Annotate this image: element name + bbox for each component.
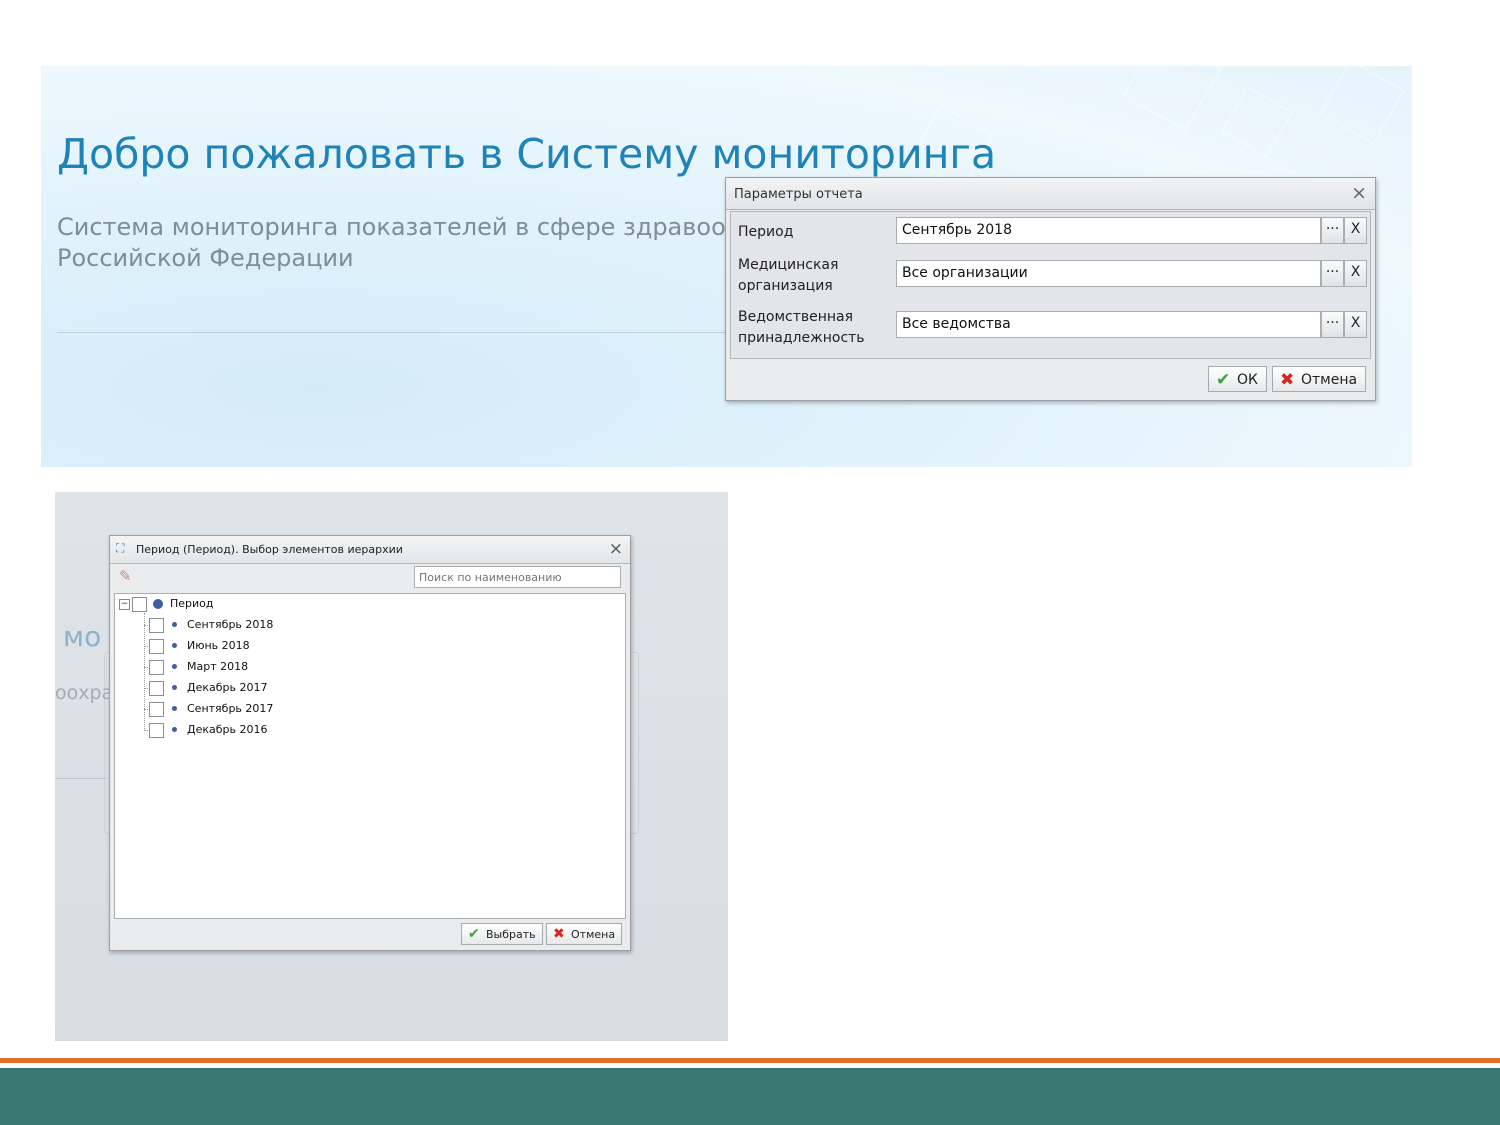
leaf-node-icon — [172, 643, 177, 648]
tree-root-node[interactable]: − Период — [115, 595, 415, 613]
cross-icon: ✖ — [553, 926, 565, 942]
medical-org-clear-button[interactable]: X — [1344, 260, 1367, 287]
item-checkbox[interactable] — [149, 681, 164, 696]
dialog-titlebar[interactable]: Параметры отчета × — [726, 178, 1375, 210]
medical-org-label-line2: организация — [738, 278, 833, 294]
collapse-toggle-icon[interactable]: − — [119, 599, 130, 610]
medical-org-browse-button[interactable]: ··· — [1321, 260, 1344, 287]
cross-icon: ✖ — [1280, 370, 1295, 390]
tree-item-label: Июнь 2018 — [187, 639, 250, 652]
hexagon-watermark — [1221, 86, 1293, 158]
select-button[interactable]: ✔ Выбрать — [461, 923, 543, 945]
item-checkbox[interactable] — [149, 618, 164, 633]
dialog-titlebar[interactable]: ⛶ Период (Период). Выбор элементов иерар… — [110, 536, 630, 564]
period-value: Сентябрь 2018 — [902, 222, 1012, 238]
department-browse-button[interactable]: ··· — [1321, 311, 1344, 338]
close-icon[interactable]: × — [609, 538, 623, 560]
tree-item[interactable]: Декабрь 2017 — [115, 679, 415, 697]
department-field[interactable]: Все ведомства — [896, 311, 1321, 338]
department-clear-button[interactable]: X — [1344, 311, 1367, 338]
select-button-label: Выбрать — [486, 928, 536, 941]
ok-button[interactable]: ✔ ОК — [1208, 366, 1267, 392]
folder-node-icon — [153, 599, 163, 609]
hexagon-watermark — [1319, 66, 1405, 145]
leaf-node-icon — [172, 706, 177, 711]
department-label-line1: Ведомственная — [738, 309, 854, 325]
background-text: мо — [63, 620, 102, 653]
tree-item-label: Сентябрь 2017 — [187, 702, 274, 715]
cancel-button-label: Отмена — [1301, 372, 1358, 388]
cancel-button[interactable]: ✖ Отмена — [546, 923, 623, 945]
period-clear-button[interactable]: X — [1344, 217, 1367, 244]
tree-item[interactable]: Сентябрь 2018 — [115, 616, 415, 634]
period-label-text: Период — [738, 224, 794, 240]
leaf-node-icon — [172, 685, 177, 690]
accent-stripe — [0, 1058, 1500, 1063]
report-params-dialog: Параметры отчета × Период Сентябрь 2018 … — [725, 177, 1376, 401]
ok-button-label: ОК — [1237, 372, 1258, 388]
welcome-title: Добро пожаловать в Систему мониторинга — [57, 130, 997, 178]
tree-item-label: Сентябрь 2018 — [187, 618, 274, 631]
leaf-node-icon — [172, 664, 177, 669]
medical-org-label-line1: Медицинская — [738, 257, 839, 273]
dialog-toolbar: ✎ — [114, 564, 624, 591]
item-checkbox[interactable] — [149, 660, 164, 675]
tree-item[interactable]: Декабрь 2016 — [115, 721, 415, 739]
tree-item[interactable]: Сентябрь 2017 — [115, 700, 415, 718]
cancel-button[interactable]: ✖ Отмена — [1272, 366, 1367, 392]
checkmark-icon: ✔ — [468, 926, 480, 942]
background-text: оохра — [55, 682, 114, 704]
footer-bar — [0, 1068, 1500, 1125]
search-input[interactable] — [414, 566, 621, 588]
period-label: Период — [738, 222, 793, 243]
eraser-icon[interactable]: ✎ — [119, 567, 132, 585]
root-checkbox[interactable] — [132, 597, 147, 612]
params-form: Период Сентябрь 2018 ··· X Медицинская о… — [730, 211, 1371, 359]
checkmark-icon: ✔ — [1216, 370, 1231, 390]
hierarchy-select-dialog: ⛶ Период (Период). Выбор элементов иерар… — [109, 535, 631, 951]
leaf-node-icon — [172, 727, 177, 732]
hierarchy-tree: − Период Сентябрь 2018 Июнь 2018 Март 20… — [114, 593, 626, 919]
hierarchy-icon: ⛶ — [116, 541, 125, 555]
hexagon-watermark — [1122, 66, 1222, 132]
dialog-title: Период (Период). Выбор элементов иерархи… — [136, 543, 403, 556]
item-checkbox[interactable] — [149, 639, 164, 654]
period-browse-button[interactable]: ··· — [1321, 217, 1344, 244]
banner-divider — [57, 332, 737, 333]
department-value: Все ведомства — [902, 316, 1011, 332]
department-label-line2: принадлежность — [738, 330, 865, 346]
tree-item-label: Декабрь 2016 — [187, 723, 268, 736]
medical-org-field[interactable]: Все организации — [896, 260, 1321, 287]
item-checkbox[interactable] — [149, 723, 164, 738]
hierarchy-screenshot-panel: мо оохра ⛶ Период (Период). Выбор элемен… — [55, 492, 728, 1041]
background-divider — [55, 778, 107, 779]
period-field[interactable]: Сентябрь 2018 — [896, 217, 1321, 244]
tree-item-label: Март 2018 — [187, 660, 249, 673]
medical-org-value: Все организации — [902, 265, 1028, 281]
department-label: Ведомственная принадлежность — [738, 307, 865, 349]
dialog-title: Параметры отчета — [734, 187, 863, 202]
tree-node-label: Период — [170, 597, 214, 610]
medical-org-label: Медицинская организация — [738, 255, 838, 297]
item-checkbox[interactable] — [149, 702, 164, 717]
tree-item-label: Декабрь 2017 — [187, 681, 268, 694]
cancel-button-label: Отмена — [571, 928, 616, 941]
tree-item[interactable]: Июнь 2018 — [115, 637, 415, 655]
close-icon[interactable]: × — [1351, 182, 1367, 204]
leaf-node-icon — [172, 622, 177, 627]
tree-item[interactable]: Март 2018 — [115, 658, 415, 676]
